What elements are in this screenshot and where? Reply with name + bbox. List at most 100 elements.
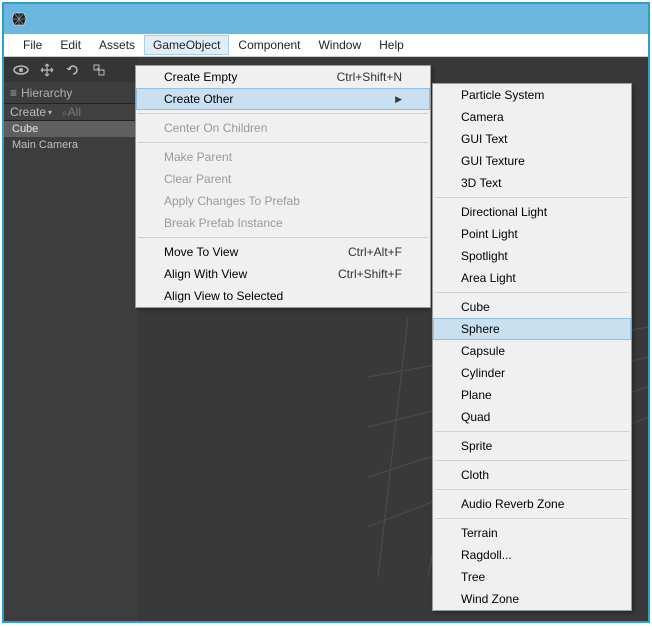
hierarchy-toolbar: Create ▾ ⌕All	[4, 103, 138, 121]
menu-item-apply-changes-to-prefab: Apply Changes To Prefab	[136, 190, 430, 212]
menu-item-point-light[interactable]: Point Light	[433, 223, 631, 245]
menu-item-align-with-view[interactable]: Align With View Ctrl+Shift+F	[136, 263, 430, 285]
menu-separator	[435, 197, 629, 198]
menu-item-wind-zone[interactable]: Wind Zone	[433, 588, 631, 610]
menu-separator	[435, 489, 629, 490]
menu-item-move-to-view[interactable]: Move To ViewCtrl+Alt+F	[136, 241, 430, 263]
menu-separator	[138, 237, 428, 238]
menu-item-capsule[interactable]: Capsule	[433, 340, 631, 362]
menu-item-label: Audio Reverb Zone	[461, 497, 564, 511]
hierarchy-list: CubeMain Camera	[4, 121, 138, 153]
menu-separator	[435, 431, 629, 432]
menu-item-label: Ragdoll...	[461, 548, 512, 562]
scale-tool-button[interactable]	[86, 60, 111, 80]
menu-help[interactable]: Help	[370, 35, 413, 55]
menu-item-center-on-children: Center On Children	[136, 117, 430, 139]
menu-item-camera[interactable]: Camera	[433, 106, 631, 128]
menu-item-label: Center On Children	[164, 121, 267, 135]
menu-separator	[435, 292, 629, 293]
menu-separator	[435, 518, 629, 519]
menu-item-tree[interactable]: Tree	[433, 566, 631, 588]
menu-assets[interactable]: Assets	[90, 35, 144, 55]
menu-item-label: Clear Parent	[164, 172, 231, 186]
menu-item-label: Plane	[461, 388, 492, 402]
titlebar[interactable]	[4, 4, 648, 34]
hierarchy-item[interactable]: Cube	[4, 121, 138, 137]
menu-item-label: Particle System	[461, 88, 544, 102]
menu-item-ragdoll-[interactable]: Ragdoll...	[433, 544, 631, 566]
menu-item-gui-text[interactable]: GUI Text	[433, 128, 631, 150]
menu-item-label: Make Parent	[164, 150, 232, 164]
menu-item-label: 3D Text	[461, 176, 501, 190]
menu-shortcut: Ctrl+Shift+F	[338, 267, 402, 281]
hierarchy-tab[interactable]: ≡ Hierarchy	[4, 84, 138, 101]
menu-item-3d-text[interactable]: 3D Text	[433, 172, 631, 194]
menu-item-label: Wind Zone	[461, 592, 519, 606]
menu-item-label: Sphere	[461, 322, 500, 336]
menu-component[interactable]: Component	[229, 35, 309, 55]
move-icon	[39, 62, 55, 78]
scale-icon	[91, 62, 107, 78]
create-other-submenu: Particle System Camera GUI Text GUI Texture…	[432, 83, 632, 611]
hierarchy-search[interactable]: ⌕All	[58, 105, 81, 119]
menu-edit[interactable]: Edit	[51, 35, 90, 55]
menu-item-label: Align With View	[164, 267, 247, 281]
menu-item-label: Align View to Selected	[164, 289, 283, 303]
menu-item-sphere[interactable]: Sphere	[433, 318, 631, 340]
menu-item-label: Break Prefab Instance	[164, 216, 283, 230]
menu-item-sprite[interactable]: Sprite	[433, 435, 631, 457]
menu-item-label: Capsule	[461, 344, 505, 358]
menu-window[interactable]: Window	[309, 35, 370, 55]
app-logo-icon	[9, 9, 29, 29]
menu-item-particle-system[interactable]: Particle System	[433, 84, 631, 106]
menu-item-clear-parent: Clear Parent	[136, 168, 430, 190]
menu-item-label: Directional Light	[461, 205, 547, 219]
menu-item-label: GUI Text	[461, 132, 507, 146]
menu-item-plane[interactable]: Plane	[433, 384, 631, 406]
menubar: FileEditAssetsGameObjectComponentWindowH…	[4, 34, 648, 57]
menu-item-quad[interactable]: Quad	[433, 406, 631, 428]
menu-item-label: Apply Changes To Prefab	[164, 194, 300, 208]
menu-item-create-empty[interactable]: Create Empty Ctrl+Shift+N	[136, 66, 430, 88]
menu-item-label: Quad	[461, 410, 490, 424]
menu-item-label: Camera	[461, 110, 504, 124]
menu-item-cloth[interactable]: Cloth	[433, 464, 631, 486]
menu-gameobject[interactable]: GameObject	[144, 35, 229, 55]
menu-item-cube[interactable]: Cube	[433, 296, 631, 318]
menu-item-align-view-to-selected[interactable]: Align View to Selected	[136, 285, 430, 307]
menu-item-label: Cloth	[461, 468, 489, 482]
menu-item-create-other[interactable]: Create Other▶	[136, 88, 430, 110]
menu-file[interactable]: File	[14, 35, 51, 55]
menu-item-terrain[interactable]: Terrain	[433, 522, 631, 544]
menu-item-label: Move To View	[164, 245, 238, 259]
menu-item-area-light[interactable]: Area Light	[433, 267, 631, 289]
menu-item-label: Point Light	[461, 227, 518, 241]
menu-item-spotlight[interactable]: Spotlight	[433, 245, 631, 267]
gameobject-dropdown: Create Empty Ctrl+Shift+N Create Other▶ Cen…	[135, 65, 431, 308]
hierarchy-item[interactable]: Main Camera	[4, 137, 138, 153]
menu-item-directional-light[interactable]: Directional Light	[433, 201, 631, 223]
menu-item-label: Tree	[461, 570, 485, 584]
rotate-icon	[65, 62, 81, 78]
menu-separator	[138, 142, 428, 143]
menu-shortcut: Ctrl+Shift+N	[337, 70, 402, 84]
menu-item-break-prefab-instance: Break Prefab Instance	[136, 212, 430, 234]
menu-item-cylinder[interactable]: Cylinder	[433, 362, 631, 384]
chevron-right-icon: ▶	[395, 94, 402, 105]
create-dropdown[interactable]: Create ▾	[4, 105, 58, 119]
toolbar	[4, 57, 138, 82]
move-tool-button[interactable]	[34, 60, 59, 80]
tab-icon: ≡	[10, 86, 17, 100]
menu-item-label: Spotlight	[461, 249, 508, 263]
hierarchy-tab-label: Hierarchy	[21, 86, 72, 100]
menu-item-gui-texture[interactable]: GUI Texture	[433, 150, 631, 172]
hand-tool-button[interactable]	[8, 60, 33, 80]
menu-item-label: Sprite	[461, 439, 492, 453]
menu-item-label: Area Light	[461, 271, 516, 285]
menu-item-label: Cylinder	[461, 366, 505, 380]
hierarchy-panel: ≡ Hierarchy Create ▾ ⌕All CubeMain Camer…	[4, 57, 138, 621]
menu-item-audio-reverb-zone[interactable]: Audio Reverb Zone	[433, 493, 631, 515]
menu-item-label: Create Empty	[164, 70, 237, 84]
rotate-tool-button[interactable]	[60, 60, 85, 80]
menu-item-make-parent: Make Parent	[136, 146, 430, 168]
